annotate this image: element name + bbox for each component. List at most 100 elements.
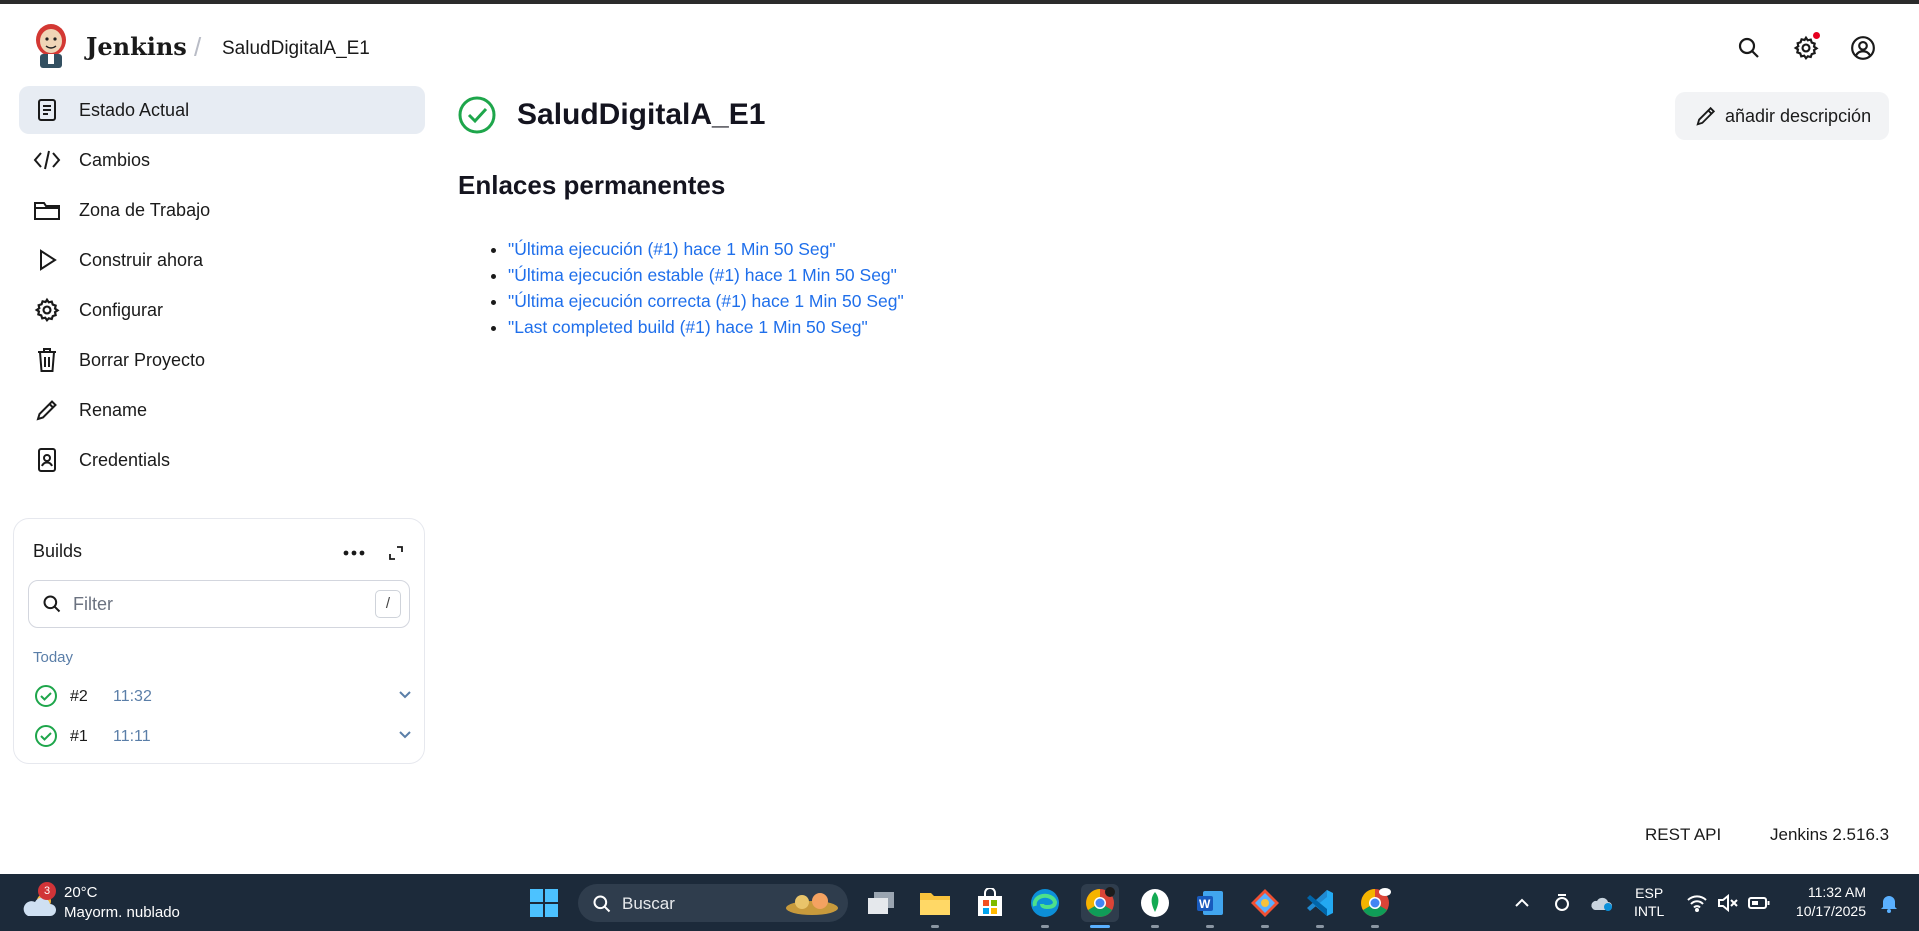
running-indicator — [931, 925, 939, 928]
search-button[interactable] — [1733, 32, 1765, 64]
build-number[interactable]: #1 — [70, 728, 88, 746]
bell-icon — [1881, 896, 1897, 913]
chevron-down-icon[interactable] — [398, 730, 412, 740]
list-item: "Última ejecución (#1) hace 1 Min 50 Seg… — [508, 236, 904, 262]
clock-time: 11:32 AM — [1807, 884, 1866, 900]
show-hidden-icons-button[interactable] — [1504, 884, 1540, 922]
sidebar-item-credentials[interactable]: Credentials — [19, 436, 425, 484]
notifications-button[interactable] — [1872, 884, 1906, 922]
tray-onedrive[interactable] — [1584, 884, 1620, 922]
mongodb-leaf-icon — [1141, 889, 1169, 917]
taskbar-word[interactable]: W — [1191, 884, 1229, 928]
running-indicator — [1261, 925, 1269, 928]
credentials-icon — [31, 444, 63, 476]
weather-widget[interactable]: 3 20°C Mayorm. nublado — [20, 882, 220, 924]
volume-muted-icon — [1718, 894, 1738, 912]
permalink-last-completed-build[interactable]: "Last completed build (#1) hace 1 Min 50… — [508, 317, 868, 337]
manage-jenkins-button[interactable] — [1790, 32, 1822, 64]
sidebar-item-label: Credentials — [79, 449, 171, 470]
jenkins-version-button[interactable]: Jenkins 2.516.3 — [1770, 825, 1889, 845]
build-time: 11:11 — [113, 728, 151, 745]
rest-api-link[interactable]: REST API — [1645, 825, 1721, 845]
breadcrumb-separator: / — [194, 32, 202, 62]
add-description-button[interactable]: añadir descripción — [1675, 92, 1889, 140]
section-title: Enlaces permanentes — [458, 170, 726, 200]
breadcrumb-project[interactable]: SaludDigitalA_E1 — [222, 38, 370, 60]
taskbar-store[interactable] — [971, 884, 1009, 922]
document-icon — [31, 94, 63, 126]
start-button[interactable] — [525, 884, 563, 922]
temperature: 20°C — [64, 884, 98, 901]
list-item: "Última ejecución correcta (#1) hace 1 M… — [508, 288, 904, 314]
filter-input[interactable] — [71, 590, 355, 618]
build-row[interactable]: #2 11:32 — [28, 679, 411, 713]
sidebar-item-estado-actual[interactable]: Estado Actual — [19, 86, 425, 134]
more-options-button[interactable] — [340, 541, 368, 565]
permalink-last-build[interactable]: "Última ejecución (#1) hace 1 Min 50 Seg… — [508, 239, 836, 259]
sidebar-item-label: Cambios — [79, 149, 151, 170]
taskbar-mongodb[interactable] — [1136, 884, 1174, 928]
user-menu-button[interactable] — [1847, 32, 1879, 64]
wifi-icon — [1687, 895, 1707, 912]
brand-name[interactable]: Jenkins — [86, 32, 187, 61]
permalink-last-successful-build[interactable]: "Última ejecución correcta (#1) hace 1 M… — [508, 291, 904, 311]
taskbar-git-tool[interactable] — [1246, 884, 1284, 928]
builds-group-label: Today — [33, 649, 74, 666]
clock-date: 10/17/2025 — [1795, 903, 1866, 919]
header: Jenkins / SaludDigitalA_E1 — [0, 4, 1919, 86]
jenkins-logo-icon[interactable] — [32, 22, 70, 70]
build-time: 11:32 — [113, 688, 152, 705]
taskbar-search[interactable]: Buscar — [578, 884, 848, 922]
taskbar-vscode[interactable] — [1301, 884, 1339, 928]
taskbar-chrome-active[interactable] — [1081, 884, 1119, 928]
task-view-icon — [868, 892, 894, 914]
language-indicator[interactable]: ESP INTL — [1634, 885, 1664, 919]
tray-network[interactable] — [1680, 884, 1714, 922]
expand-button[interactable] — [383, 540, 409, 566]
tray-battery[interactable] — [1742, 884, 1776, 922]
keyboard-layout: INTL — [1634, 903, 1665, 919]
sidebar-item-rename[interactable]: Rename — [19, 386, 425, 434]
folder-icon — [31, 194, 63, 226]
word-icon: W — [1197, 891, 1223, 915]
language-code: ESP — [1635, 885, 1664, 901]
sidebar-item-configurar[interactable]: Configurar — [19, 286, 425, 334]
taskbar-file-explorer[interactable] — [916, 884, 954, 928]
permalinks-list: "Última ejecución (#1) hace 1 Min 50 Seg… — [484, 236, 904, 340]
pencil-icon — [1696, 106, 1716, 126]
sidebar-item-cambios[interactable]: Cambios — [19, 136, 425, 184]
build-row[interactable]: #1 11:11 — [28, 719, 411, 753]
weather-condition: Mayorm. nublado — [64, 904, 180, 921]
builds-panel: Builds / Today #2 11:32 #1 11:11 — [13, 518, 425, 764]
permalink-last-stable-build[interactable]: "Última ejecución estable (#1) hace 1 Mi… — [508, 265, 897, 285]
chrome-icon — [1086, 887, 1115, 917]
pencil-icon — [31, 394, 63, 426]
clock[interactable]: 11:32 AM 10/17/2025 — [1788, 884, 1866, 919]
taskbar-search-label: Buscar — [622, 894, 675, 913]
running-indicator — [1371, 925, 1379, 928]
tray-volume[interactable] — [1711, 884, 1745, 922]
chevron-down-icon[interactable] — [398, 690, 412, 700]
success-check-icon — [35, 685, 57, 707]
builds-title: Builds — [33, 541, 83, 561]
store-icon — [978, 888, 1002, 916]
taskbar-task-view[interactable] — [862, 884, 900, 922]
chevron-up-icon — [1515, 898, 1529, 907]
sidebar-item-zona-de-trabajo[interactable]: Zona de Trabajo — [19, 186, 425, 234]
battery-icon — [1748, 897, 1770, 909]
running-indicator — [1206, 925, 1214, 928]
tray-sync-app[interactable] — [1544, 884, 1580, 922]
gear-icon — [31, 294, 63, 326]
code-icon — [31, 144, 63, 176]
sidebar-item-borrar-proyecto[interactable]: Borrar Proyecto — [19, 336, 425, 384]
folder-icon — [920, 893, 950, 915]
builds-filter[interactable]: / — [28, 580, 410, 628]
search-highlight-icon — [786, 893, 838, 915]
taskbar-edge[interactable] — [1026, 884, 1064, 928]
sidebar-item-construir-ahora[interactable]: Construir ahora — [19, 236, 425, 284]
ellipsis-icon — [343, 550, 365, 556]
build-number[interactable]: #2 — [70, 688, 88, 706]
svg-text:W: W — [1199, 897, 1211, 911]
notification-dot — [1813, 32, 1820, 39]
taskbar-chrome-profile[interactable] — [1356, 884, 1394, 928]
